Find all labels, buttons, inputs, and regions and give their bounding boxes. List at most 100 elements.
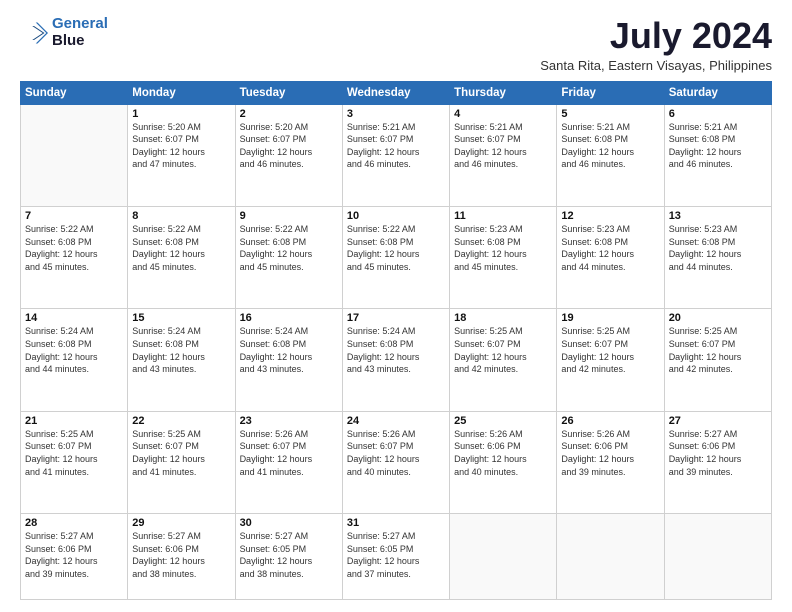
calendar-cell: 8Sunrise: 5:22 AM Sunset: 6:08 PM Daylig… [128, 207, 235, 309]
calendar-cell: 13Sunrise: 5:23 AM Sunset: 6:08 PM Dayli… [664, 207, 771, 309]
day-header-sunday: Sunday [21, 81, 128, 104]
logo-icon [20, 19, 48, 47]
cell-info: Sunrise: 5:27 AM Sunset: 6:06 PM Dayligh… [25, 530, 123, 580]
cell-info: Sunrise: 5:25 AM Sunset: 6:07 PM Dayligh… [25, 428, 123, 478]
day-number: 4 [454, 108, 552, 120]
calendar-cell: 4Sunrise: 5:21 AM Sunset: 6:07 PM Daylig… [450, 104, 557, 206]
calendar-cell [664, 514, 771, 600]
calendar-header-row: SundayMondayTuesdayWednesdayThursdayFrid… [21, 81, 772, 104]
cell-info: Sunrise: 5:22 AM Sunset: 6:08 PM Dayligh… [240, 223, 338, 273]
calendar-cell: 3Sunrise: 5:21 AM Sunset: 6:07 PM Daylig… [342, 104, 449, 206]
calendar-cell: 26Sunrise: 5:26 AM Sunset: 6:06 PM Dayli… [557, 411, 664, 513]
logo-text: General Blue [52, 16, 108, 49]
day-header-thursday: Thursday [450, 81, 557, 104]
cell-info: Sunrise: 5:24 AM Sunset: 6:08 PM Dayligh… [132, 325, 230, 375]
calendar-cell: 17Sunrise: 5:24 AM Sunset: 6:08 PM Dayli… [342, 309, 449, 411]
day-number: 11 [454, 210, 552, 222]
day-number: 19 [561, 312, 659, 324]
cell-info: Sunrise: 5:25 AM Sunset: 6:07 PM Dayligh… [561, 325, 659, 375]
day-number: 20 [669, 312, 767, 324]
calendar-cell: 27Sunrise: 5:27 AM Sunset: 6:06 PM Dayli… [664, 411, 771, 513]
calendar-cell [450, 514, 557, 600]
header: General Blue July 2024 Santa Rita, Easte… [20, 16, 772, 73]
day-number: 31 [347, 517, 445, 529]
day-number: 28 [25, 517, 123, 529]
calendar-cell: 30Sunrise: 5:27 AM Sunset: 6:05 PM Dayli… [235, 514, 342, 600]
calendar-cell: 29Sunrise: 5:27 AM Sunset: 6:06 PM Dayli… [128, 514, 235, 600]
day-number: 24 [347, 415, 445, 427]
cell-info: Sunrise: 5:22 AM Sunset: 6:08 PM Dayligh… [25, 223, 123, 273]
cell-info: Sunrise: 5:27 AM Sunset: 6:05 PM Dayligh… [240, 530, 338, 580]
calendar-cell: 22Sunrise: 5:25 AM Sunset: 6:07 PM Dayli… [128, 411, 235, 513]
title-block: July 2024 Santa Rita, Eastern Visayas, P… [540, 16, 772, 73]
cell-info: Sunrise: 5:21 AM Sunset: 6:08 PM Dayligh… [561, 121, 659, 171]
day-number: 30 [240, 517, 338, 529]
cell-info: Sunrise: 5:26 AM Sunset: 6:06 PM Dayligh… [454, 428, 552, 478]
day-number: 16 [240, 312, 338, 324]
day-number: 18 [454, 312, 552, 324]
day-number: 21 [25, 415, 123, 427]
day-number: 1 [132, 108, 230, 120]
calendar-cell: 20Sunrise: 5:25 AM Sunset: 6:07 PM Dayli… [664, 309, 771, 411]
day-number: 2 [240, 108, 338, 120]
calendar-week-row: 7Sunrise: 5:22 AM Sunset: 6:08 PM Daylig… [21, 207, 772, 309]
calendar-week-row: 1Sunrise: 5:20 AM Sunset: 6:07 PM Daylig… [21, 104, 772, 206]
calendar-cell: 23Sunrise: 5:26 AM Sunset: 6:07 PM Dayli… [235, 411, 342, 513]
day-number: 7 [25, 210, 123, 222]
cell-info: Sunrise: 5:21 AM Sunset: 6:07 PM Dayligh… [454, 121, 552, 171]
cell-info: Sunrise: 5:26 AM Sunset: 6:07 PM Dayligh… [240, 428, 338, 478]
calendar-cell: 7Sunrise: 5:22 AM Sunset: 6:08 PM Daylig… [21, 207, 128, 309]
day-number: 26 [561, 415, 659, 427]
calendar-cell: 25Sunrise: 5:26 AM Sunset: 6:06 PM Dayli… [450, 411, 557, 513]
calendar-week-row: 14Sunrise: 5:24 AM Sunset: 6:08 PM Dayli… [21, 309, 772, 411]
day-header-monday: Monday [128, 81, 235, 104]
day-number: 3 [347, 108, 445, 120]
cell-info: Sunrise: 5:26 AM Sunset: 6:07 PM Dayligh… [347, 428, 445, 478]
calendar-cell: 11Sunrise: 5:23 AM Sunset: 6:08 PM Dayli… [450, 207, 557, 309]
cell-info: Sunrise: 5:24 AM Sunset: 6:08 PM Dayligh… [240, 325, 338, 375]
cell-info: Sunrise: 5:21 AM Sunset: 6:08 PM Dayligh… [669, 121, 767, 171]
cell-info: Sunrise: 5:25 AM Sunset: 6:07 PM Dayligh… [454, 325, 552, 375]
cell-info: Sunrise: 5:24 AM Sunset: 6:08 PM Dayligh… [25, 325, 123, 375]
day-header-friday: Friday [557, 81, 664, 104]
day-number: 23 [240, 415, 338, 427]
day-number: 15 [132, 312, 230, 324]
cell-info: Sunrise: 5:23 AM Sunset: 6:08 PM Dayligh… [454, 223, 552, 273]
cell-info: Sunrise: 5:25 AM Sunset: 6:07 PM Dayligh… [132, 428, 230, 478]
cell-info: Sunrise: 5:25 AM Sunset: 6:07 PM Dayligh… [669, 325, 767, 375]
cell-info: Sunrise: 5:27 AM Sunset: 6:06 PM Dayligh… [132, 530, 230, 580]
day-number: 27 [669, 415, 767, 427]
cell-info: Sunrise: 5:20 AM Sunset: 6:07 PM Dayligh… [240, 121, 338, 171]
calendar-cell: 28Sunrise: 5:27 AM Sunset: 6:06 PM Dayli… [21, 514, 128, 600]
day-number: 17 [347, 312, 445, 324]
cell-info: Sunrise: 5:26 AM Sunset: 6:06 PM Dayligh… [561, 428, 659, 478]
day-number: 12 [561, 210, 659, 222]
calendar-week-row: 21Sunrise: 5:25 AM Sunset: 6:07 PM Dayli… [21, 411, 772, 513]
calendar-cell: 1Sunrise: 5:20 AM Sunset: 6:07 PM Daylig… [128, 104, 235, 206]
calendar-cell [21, 104, 128, 206]
calendar-cell: 9Sunrise: 5:22 AM Sunset: 6:08 PM Daylig… [235, 207, 342, 309]
calendar-week-row: 28Sunrise: 5:27 AM Sunset: 6:06 PM Dayli… [21, 514, 772, 600]
month-title: July 2024 [540, 16, 772, 56]
day-number: 22 [132, 415, 230, 427]
cell-info: Sunrise: 5:23 AM Sunset: 6:08 PM Dayligh… [669, 223, 767, 273]
cell-info: Sunrise: 5:22 AM Sunset: 6:08 PM Dayligh… [132, 223, 230, 273]
calendar-cell: 15Sunrise: 5:24 AM Sunset: 6:08 PM Dayli… [128, 309, 235, 411]
day-number: 8 [132, 210, 230, 222]
cell-info: Sunrise: 5:22 AM Sunset: 6:08 PM Dayligh… [347, 223, 445, 273]
day-number: 6 [669, 108, 767, 120]
cell-info: Sunrise: 5:24 AM Sunset: 6:08 PM Dayligh… [347, 325, 445, 375]
cell-info: Sunrise: 5:20 AM Sunset: 6:07 PM Dayligh… [132, 121, 230, 171]
day-header-saturday: Saturday [664, 81, 771, 104]
cell-info: Sunrise: 5:23 AM Sunset: 6:08 PM Dayligh… [561, 223, 659, 273]
calendar-cell: 2Sunrise: 5:20 AM Sunset: 6:07 PM Daylig… [235, 104, 342, 206]
logo: General Blue [20, 16, 108, 49]
day-number: 10 [347, 210, 445, 222]
calendar-cell: 18Sunrise: 5:25 AM Sunset: 6:07 PM Dayli… [450, 309, 557, 411]
day-number: 25 [454, 415, 552, 427]
day-header-wednesday: Wednesday [342, 81, 449, 104]
calendar-cell: 5Sunrise: 5:21 AM Sunset: 6:08 PM Daylig… [557, 104, 664, 206]
page: General Blue July 2024 Santa Rita, Easte… [0, 0, 792, 612]
cell-info: Sunrise: 5:27 AM Sunset: 6:05 PM Dayligh… [347, 530, 445, 580]
calendar-cell: 10Sunrise: 5:22 AM Sunset: 6:08 PM Dayli… [342, 207, 449, 309]
